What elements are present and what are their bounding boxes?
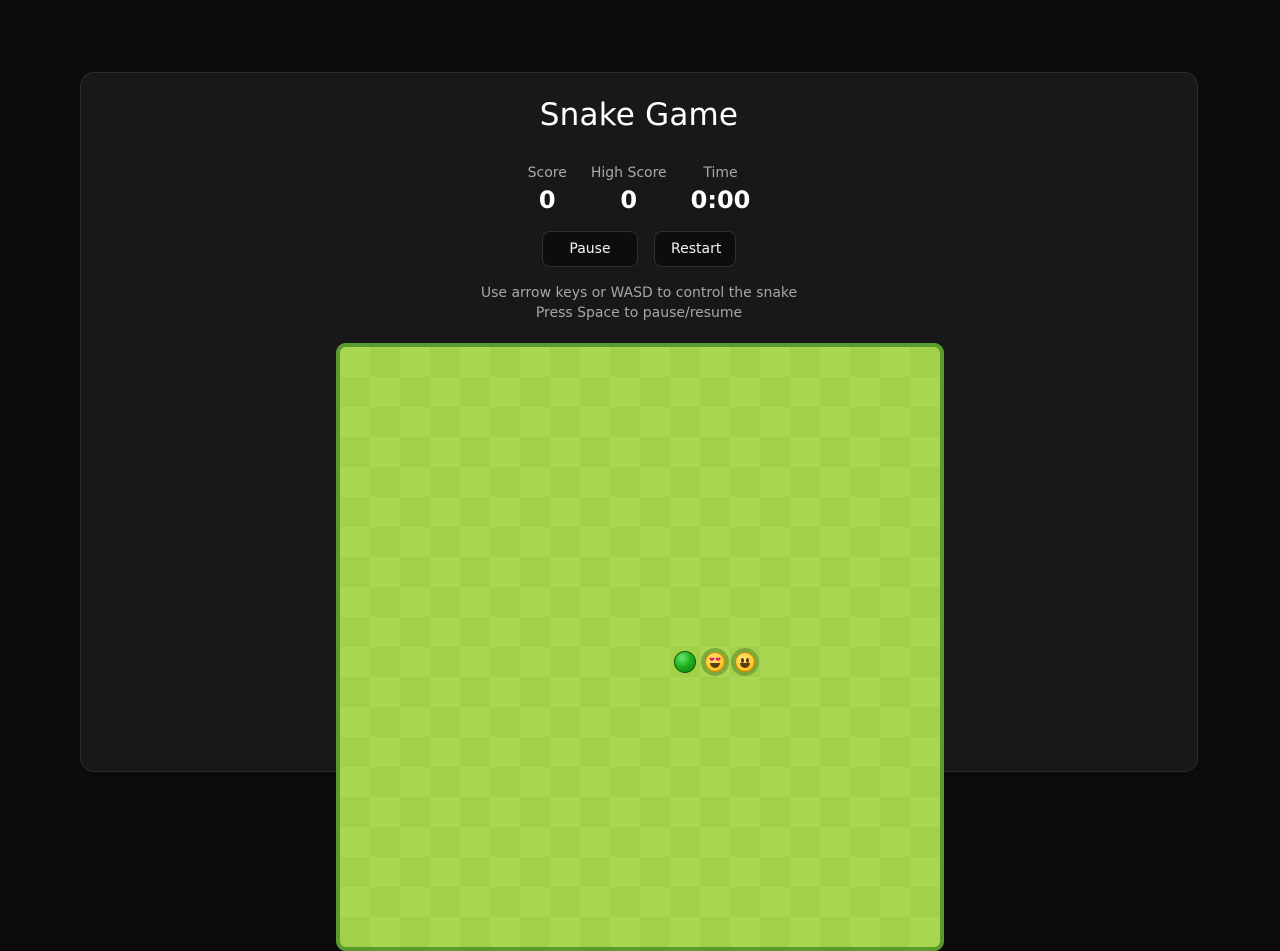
score-label: Score [527,165,567,181]
instructions-line-pause: Press Space to pause/resume [535,305,743,321]
controls-bar: Pause Restart [81,231,1197,267]
grinning-face-icon [735,652,755,672]
snake-body-segment: ❤ ❤ [700,647,730,677]
high-score-label: High Score [590,165,667,181]
green-ball-icon [674,651,696,673]
pause-button[interactable]: Pause [542,231,638,267]
page-title: Snake Game [539,97,739,133]
stats-bar: Score 0 High Score 0 Time 0:00 [81,163,1197,216]
restart-button[interactable]: Restart [654,231,736,267]
time-stat: Time 0:00 [691,163,751,216]
game-board[interactable]: ❤ ❤ [336,343,944,951]
score-value: 0 [538,186,556,214]
game-panel: Snake Game Score 0 High Score 0 Time 0:0… [80,72,1198,951]
instructions: Use arrow keys or WASD to control the sn… [81,283,1197,323]
score-stat: Score 0 [528,163,567,216]
high-score-stat: High Score 0 [591,163,667,216]
heart-eyes-face-icon: ❤ ❤ [705,652,725,672]
snake-head [730,647,760,677]
time-label: Time [703,165,738,181]
instructions-line-controls: Use arrow keys or WASD to control the sn… [480,285,798,301]
snake-tail [670,647,700,677]
time-value: 0:00 [690,186,751,214]
high-score-value: 0 [620,186,638,214]
